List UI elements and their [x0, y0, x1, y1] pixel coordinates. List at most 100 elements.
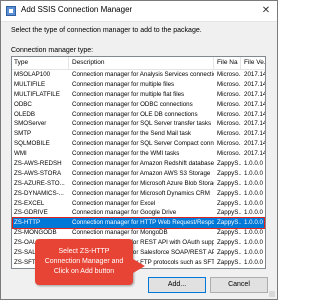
table-row[interactable]: ZS-AZURE-STO... Connection manager for Mi…	[12, 179, 265, 189]
cell-description: Connection manager for MongoDB	[72, 229, 168, 237]
table-row[interactable]: ZS-AWS-REDSH Connection manager for Amazo…	[12, 159, 265, 169]
cell-type: ZS-HTTP	[14, 219, 41, 227]
cell-file-version: 1.0.0.0	[244, 160, 263, 168]
table-row[interactable]: SQLMOBILE Connection manager for SQL Serv…	[12, 139, 265, 149]
cell-file-name: Microso...	[217, 130, 241, 138]
list-label: Connection manager type:	[11, 47, 94, 54]
cell-file-version: 2017.14...	[244, 110, 266, 118]
cell-description: Connection manager for SQL Server Compac…	[72, 140, 214, 148]
cell-description: Connection manager for Microsoft Dynamic…	[72, 189, 210, 197]
table-row[interactable]: ZS-EXCEL Connection manager for Excel Zapp…	[12, 199, 265, 209]
cell-file-name: Microso...	[217, 90, 241, 98]
table-row[interactable]: MULTIFLATFILE Connection manager for mult…	[12, 90, 265, 100]
column-header-type[interactable]: Type	[12, 57, 69, 69]
table-row[interactable]: ODBC Connection manager for ODBC connecti…	[12, 100, 265, 110]
ssis-app-icon	[6, 6, 16, 16]
cell-type: ZS-MONGODB	[14, 229, 57, 237]
cell-file-name: Microso...	[217, 71, 241, 78]
cell-file-name: ZappyS...	[217, 209, 241, 217]
cell-type: ZS-DYNAMICS-...	[14, 189, 64, 197]
cell-file-version: 1.0.0.0	[244, 169, 263, 177]
cell-file-name: ZappyS...	[217, 239, 241, 247]
cell-file-name: Microso...	[217, 110, 241, 118]
cell-type: SMOServer	[14, 120, 47, 128]
cell-description: Connection manager for the Send Mail tas…	[72, 130, 192, 138]
cell-description: Connection manager for Excel	[72, 199, 156, 207]
table-row[interactable]: ZS-AWS-STORA Connection manager for Amazo…	[12, 169, 265, 179]
table-row[interactable]: MULTIFILE Connection manager for multiple…	[12, 80, 265, 90]
cell-file-version: 2017.14...	[244, 120, 266, 128]
table-row[interactable]: SMOServer Connection manager for SQL Serv…	[12, 119, 265, 129]
cell-type: OLEDB	[14, 110, 35, 118]
table-row[interactable]: ZS-HTTP Connection manager for HTTP Web R…	[12, 217, 265, 230]
instruction-text: Select the type of connection manager to…	[11, 27, 202, 34]
table-row[interactable]: OLEDB Connection manager for OLE DB conne…	[12, 110, 265, 120]
cell-file-version: 1.0.0.0	[244, 189, 263, 197]
title-bar[interactable]: Add SSIS Connection Manager ✕	[1, 1, 277, 22]
cell-file-name: ZappyS...	[217, 179, 241, 187]
cancel-button[interactable]: Cancel	[210, 277, 268, 293]
cell-description: Connection manager for multiple files	[72, 80, 175, 88]
cell-type: WMI	[14, 150, 27, 158]
cell-file-name: ZappyS...	[217, 249, 241, 257]
callout-line: Connection Manager and	[44, 258, 124, 265]
table-row[interactable]: ZS-DYNAMICS-... Connection manager for Mi…	[12, 189, 265, 199]
cell-file-version: 2017.14...	[244, 140, 266, 148]
cell-description: Connection manager for Amazon Redshift d…	[72, 160, 214, 168]
cell-description: Connection manager for HTTP Web Request/…	[72, 219, 214, 227]
cell-type: SQLMOBILE	[14, 140, 50, 148]
cell-description: Connection manager for multiple flat fil…	[72, 90, 185, 98]
cell-file-version: 1.0.0.0	[244, 249, 263, 257]
cell-file-name: ZappyS...	[217, 169, 241, 177]
cell-file-version: 2017.14...	[244, 100, 266, 108]
annotation-callout: Select ZS-HTTP Connection Manager and Cl…	[35, 239, 145, 285]
cell-type: ZS-AWS-STORA	[14, 169, 62, 177]
cell-type: ZS-GDRIVE	[14, 209, 48, 217]
callout-line: Click on Add button	[53, 268, 115, 275]
cell-type: MSOLAP100	[14, 71, 51, 78]
table-row[interactable]: ZS-MONGODB Connection manager for MongoDB…	[12, 228, 265, 238]
cell-file-name: Microso...	[217, 150, 241, 158]
cell-file-version: 2017.14...	[244, 130, 266, 138]
add-button[interactable]: Add...	[148, 277, 206, 293]
table-row[interactable]: MSOLAP100 Connection manager for Analysis…	[12, 70, 265, 80]
cell-file-version: 1.0.0.0	[244, 239, 263, 247]
cell-type: ZS-EXCEL	[14, 199, 45, 207]
cell-file-version: 1.0.0.0	[244, 199, 263, 207]
cell-description: Connection manager for Microsoft Azure B…	[72, 179, 214, 187]
window-title: Add SSIS Connection Manager	[21, 5, 133, 14]
cell-file-version: 1.0.0.0	[244, 229, 263, 237]
column-header-file-name[interactable]: File Na	[215, 57, 241, 69]
cell-file-version: 1.0.0.0	[244, 209, 263, 217]
cell-file-version: 1.0.0.0	[242, 268, 265, 269]
connection-type-list[interactable]: Type Description File Na File Ve... MSOL…	[11, 56, 266, 269]
cell-file-name: Microso...	[217, 140, 241, 148]
table-row[interactable]: ZS-GDRIVE Connection manager for Google D…	[12, 208, 265, 218]
cell-file-name: ZappyS...	[217, 258, 241, 266]
cell-file-version: 2017.14...	[244, 80, 266, 88]
column-header-description[interactable]: Description	[70, 57, 214, 69]
cell-file-name: ZappyS...	[217, 189, 241, 197]
cell-type: ZS-AZURE-STO...	[14, 179, 65, 187]
table-row[interactable]: SMTP Connection manager for the Send Mail…	[12, 129, 265, 139]
cell-file-name: ZappyS...	[217, 160, 241, 168]
cell-file-version: 1.0.0.0	[244, 219, 263, 227]
cell-file-name: ZappyS...	[217, 199, 241, 207]
resize-grip[interactable]	[269, 291, 275, 297]
cell-file-name: Microso...	[217, 100, 241, 108]
cell-description: Connection manager for SQL Server transf…	[72, 120, 212, 128]
table-row[interactable]: WMI Connection manager for the WMI tasks M…	[12, 149, 265, 159]
cell-description: Connection manager for Analysis Services…	[72, 71, 214, 78]
close-button[interactable]: ✕	[258, 3, 274, 18]
cell-description: Connection manager for the WMI tasks	[72, 150, 180, 158]
cell-type: ZS-AWS-REDSH	[14, 160, 62, 168]
cell-file-version: 2017.14...	[244, 150, 266, 158]
cell-file-name: ZappyS...	[215, 268, 241, 269]
cell-file-version: 1.0.0.0	[244, 179, 263, 187]
column-header-file-version[interactable]: File Ve...	[242, 57, 265, 69]
cell-file-name: ZappyS...	[217, 229, 241, 237]
list-header: Type Description File Na File Ve...	[12, 57, 265, 70]
add-connection-manager-dialog: Add SSIS Connection Manager ✕ Select the…	[0, 0, 278, 300]
cell-description: Connection manager for Amazon AWS S3 Sto…	[72, 169, 211, 177]
cell-file-version: 1.0.0.0	[244, 258, 263, 266]
